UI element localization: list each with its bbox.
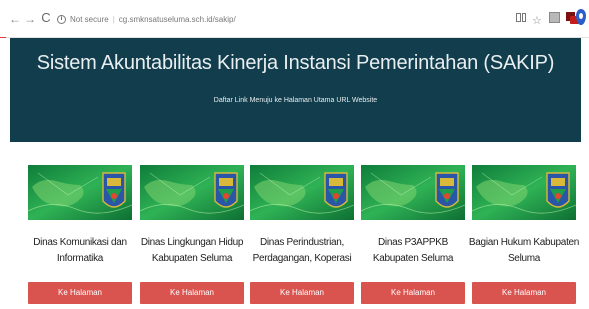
- map-emblem-icon: [472, 165, 576, 220]
- map-emblem-icon: [140, 165, 244, 220]
- map-emblem-icon: [361, 165, 465, 220]
- page-title: Sistem Akuntabilitas Kinerja Instansi Pe…: [36, 52, 555, 74]
- forward-arrow-icon[interactable]: →: [24, 13, 36, 25]
- agency-thumbnail: [472, 165, 576, 220]
- address-separator: |: [112, 14, 115, 24]
- agency-card-list: Dinas Komunikasi dan Informatika Ke Hala…: [0, 165, 589, 309]
- visit-page-button[interactable]: Ke Halaman: [472, 282, 576, 304]
- loading-indicator: [0, 37, 6, 38]
- agency-name-line-1: Dinas Komunikasi dan: [33, 237, 127, 248]
- agency-name-line-1: Dinas Lingkungan Hidup: [140, 237, 244, 248]
- agency-thumbnail: [28, 165, 132, 220]
- security-label: Not secure: [70, 14, 109, 24]
- agency-name-line-1: Dinas Perindustrian,: [259, 237, 345, 248]
- agency-name: Dinas P3APPKB Kabupaten Seluma: [351, 235, 475, 267]
- reload-icon[interactable]: C: [40, 11, 52, 24]
- agency-thumbnail: [361, 165, 465, 220]
- profile-extension-icon[interactable]: [576, 9, 586, 25]
- agency-name-line-1: Dinas P3APPKB: [377, 237, 449, 248]
- reader-mode-icon[interactable]: [515, 11, 528, 24]
- visit-page-button[interactable]: Ke Halaman: [28, 282, 132, 304]
- agency-thumbnail: [250, 165, 354, 220]
- agency-name-line-2: Informatika: [56, 253, 104, 264]
- agency-name: Dinas Komunikasi dan Informatika: [18, 235, 142, 267]
- url-text[interactable]: cg.smknsatuseluma.sch.id/sakip/: [119, 15, 236, 24]
- visit-page-button[interactable]: Ke Halaman: [250, 282, 354, 304]
- page-subtitle: Daftar Link Menuju ke Halaman Utama URL …: [213, 97, 378, 104]
- agency-name-line-2: Kabupaten Seluma: [372, 253, 454, 264]
- info-icon[interactable]: i: [57, 14, 66, 24]
- map-emblem-icon: [250, 165, 354, 220]
- extension-icon[interactable]: [548, 11, 561, 24]
- agency-name: Bagian Hukum Kabupaten Seluma: [462, 235, 586, 267]
- agency-name-line-2: Perdagangan, Koperasi: [252, 253, 352, 264]
- visit-page-button[interactable]: Ke Halaman: [140, 282, 244, 304]
- agency-name: Dinas Perindustrian, Perdagangan, Kopera…: [240, 235, 364, 267]
- agency-thumbnail: [140, 165, 244, 220]
- map-emblem-icon: [28, 165, 132, 220]
- agency-name: Dinas Lingkungan Hidup Kabupaten Seluma: [130, 235, 254, 267]
- address-bar[interactable]: i Not secure | cg.smknsatuseluma.sch.id/…: [57, 8, 527, 30]
- bookmark-star-icon[interactable]: ☆: [532, 11, 545, 27]
- agency-name-line-1: Bagian Hukum Kabupaten: [468, 237, 580, 248]
- header-banner: Sistem Akuntabilitas Kinerja Instansi Pe…: [10, 38, 581, 142]
- visit-page-button[interactable]: Ke Halaman: [361, 282, 465, 304]
- back-arrow-icon[interactable]: ←: [9, 13, 21, 25]
- agency-name-line-2: Kabupaten Seluma: [151, 253, 233, 264]
- browser-toolbar: ← → C i Not secure | cg.smknsatuseluma.s…: [0, 0, 589, 38]
- agency-name-line-2: Seluma: [507, 253, 541, 264]
